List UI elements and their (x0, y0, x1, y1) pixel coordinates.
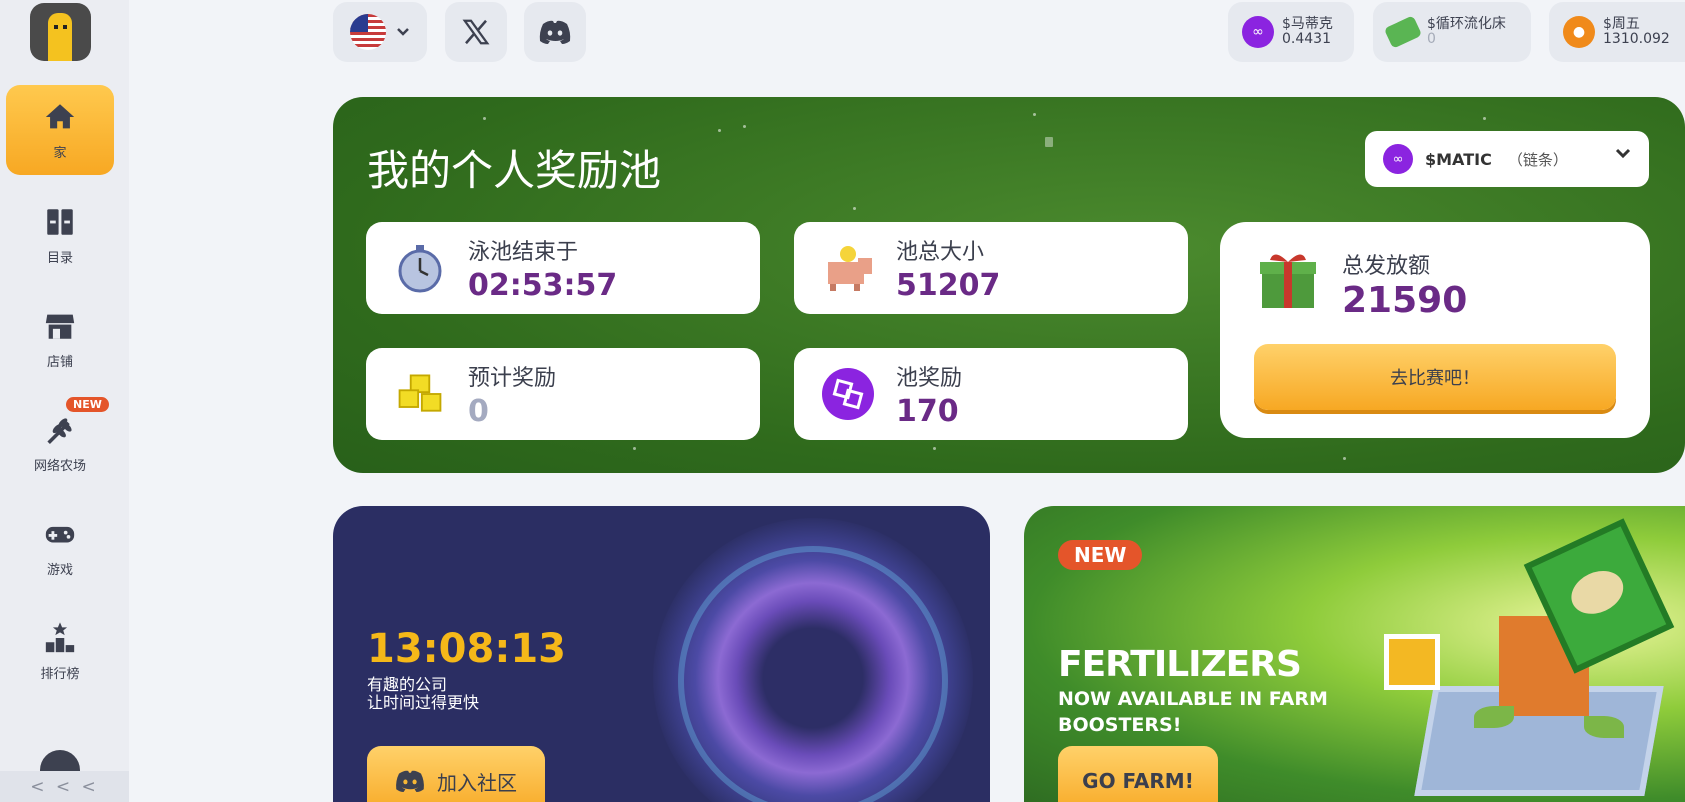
token-cfb[interactable]: $循环流化床 0 (1373, 2, 1531, 62)
go-farm-button[interactable]: GO FARM! (1058, 746, 1218, 802)
avatar-eye (54, 25, 58, 29)
x-link[interactable] (445, 2, 507, 62)
chain-selector[interactable]: ∞ $MATIC （链条） (1365, 131, 1649, 187)
join-community-button[interactable]: 加入社区 (367, 746, 545, 802)
stat-pool-size: 池总大小 51207 (794, 222, 1188, 314)
token-value: 0 (1427, 31, 1436, 47)
sidebar-item-leaderboard[interactable]: 排行榜 (6, 606, 114, 696)
discord-banner[interactable]: 13:08:13 有趣的公司 让时间过得更快 加入社区 (333, 506, 990, 802)
banner-slogan: 有趣的公司 让时间过得更快 (367, 676, 479, 712)
sidebar-item-farm[interactable]: NEW 网络农场 (6, 397, 114, 488)
x-icon (462, 19, 490, 45)
pool-title: 我的个人奖励池 (367, 146, 662, 195)
polygon-icon: ∞ (1383, 144, 1413, 174)
gamepad-icon (45, 526, 75, 542)
token-matic[interactable]: ∞ $马蒂克 0.4431 (1228, 2, 1354, 62)
new-badge: NEW (1058, 540, 1143, 570)
total-payout-card: 总发放额 21590 去比赛吧！ (1220, 222, 1650, 438)
sidebar-item-label: 家 (53, 145, 67, 161)
sprout-sign-illustration (1384, 634, 1440, 690)
sidebar-item-label: 目录 (46, 250, 73, 266)
banner-subtitle: NOW AVAILABLE IN FARM BOOSTERS! (1058, 688, 1328, 736)
leaderboard-icon (45, 621, 75, 652)
wheat-icon (47, 417, 72, 444)
token-value: 0.4431 (1282, 31, 1331, 47)
token-value: 1310.092 (1603, 31, 1670, 47)
sidebar: 家 目录 店铺 NEW 网络农场 游戏 排行榜 < < < (0, 0, 129, 802)
stat-label: 泳池结束于 (468, 239, 579, 265)
sidebar-item-label: 店铺 (46, 354, 73, 370)
join-button-label: 加入社区 (437, 770, 517, 795)
stat-pool-reward: 池奖励 170 (794, 348, 1188, 440)
coins-icon (394, 368, 446, 420)
sidebar-item-games[interactable]: 游戏 (6, 502, 114, 592)
total-value: 21590 (1342, 280, 1468, 321)
compete-button[interactable]: 去比赛吧！ (1254, 344, 1616, 410)
token-name: $马蒂克 (1282, 16, 1333, 32)
sidebar-item-catalog[interactable]: 目录 (6, 190, 114, 280)
discord-icon (396, 770, 424, 792)
stat-value: 170 (896, 393, 959, 429)
polygon-icon (822, 368, 874, 420)
banner-title: FERTILIZERS (1058, 644, 1302, 685)
slogan-line: 有趣的公司 (367, 675, 448, 694)
avatar[interactable] (30, 3, 91, 61)
sidebar-item-home[interactable]: 家 (6, 85, 114, 175)
polygon-icon: ∞ (1242, 16, 1274, 48)
us-flag-icon (350, 14, 386, 50)
portal-ring (678, 546, 948, 802)
stat-value: 51207 (896, 267, 1001, 303)
discord-icon (539, 20, 571, 44)
stopwatch-icon (394, 242, 446, 294)
more-icon[interactable] (40, 750, 80, 772)
ticket-icon (1383, 15, 1423, 49)
new-badge: NEW (66, 397, 109, 412)
stat-pool-ends: 泳池结束于 02:53:57 (366, 222, 760, 314)
stat-label: 池奖励 (896, 365, 963, 391)
leaf-illustration (1584, 716, 1624, 738)
banner-timer: 13:08:13 (367, 626, 566, 672)
catalog-icon (47, 208, 73, 235)
chevron-down-icon (397, 28, 409, 36)
avatar-eye (63, 25, 67, 29)
sidebar-item-label: 网络农场 (33, 458, 86, 474)
stat-label: 池总大小 (896, 239, 985, 265)
avatar-character (48, 13, 72, 61)
sidebar-collapse-button[interactable]: < < < (0, 771, 129, 802)
home-icon (45, 103, 75, 128)
total-label: 总发放额 (1342, 254, 1431, 279)
discord-link[interactable] (524, 2, 586, 62)
stat-expected-reward: 预计奖励 0 (366, 348, 760, 440)
token-name: $循环流化床 (1427, 16, 1506, 32)
shop-icon (45, 314, 75, 339)
friday-coin-icon: ● (1563, 16, 1595, 48)
chain-note: （链条） (1507, 150, 1568, 169)
token-friday[interactable]: ● $周五 1310.092 (1549, 2, 1685, 62)
language-selector[interactable] (333, 2, 427, 62)
stat-value: 02:53:57 (468, 267, 618, 303)
sidebar-item-shop[interactable]: 店铺 (6, 294, 114, 384)
token-name: $周五 (1603, 16, 1640, 32)
slogan-line: 让时间过得更快 (367, 693, 480, 712)
chain-symbol: $MATIC (1425, 149, 1492, 169)
gift-icon (1258, 250, 1318, 312)
pig-icon (822, 242, 874, 294)
sidebar-item-label: 排行榜 (40, 666, 80, 682)
stat-label: 预计奖励 (468, 365, 557, 391)
stat-value: 0 (468, 393, 489, 429)
chevron-down-icon (1615, 148, 1631, 159)
sidebar-item-label: 游戏 (46, 562, 73, 578)
reward-pool-card: 我的个人奖励池 ∞ $MATIC （链条） 泳池结束于 02:53:57 池总大… (333, 97, 1685, 473)
fertilizer-banner[interactable]: NEW FERTILIZERS NOW AVAILABLE IN FARM BO… (1024, 506, 1685, 802)
leaf-illustration (1474, 706, 1514, 728)
